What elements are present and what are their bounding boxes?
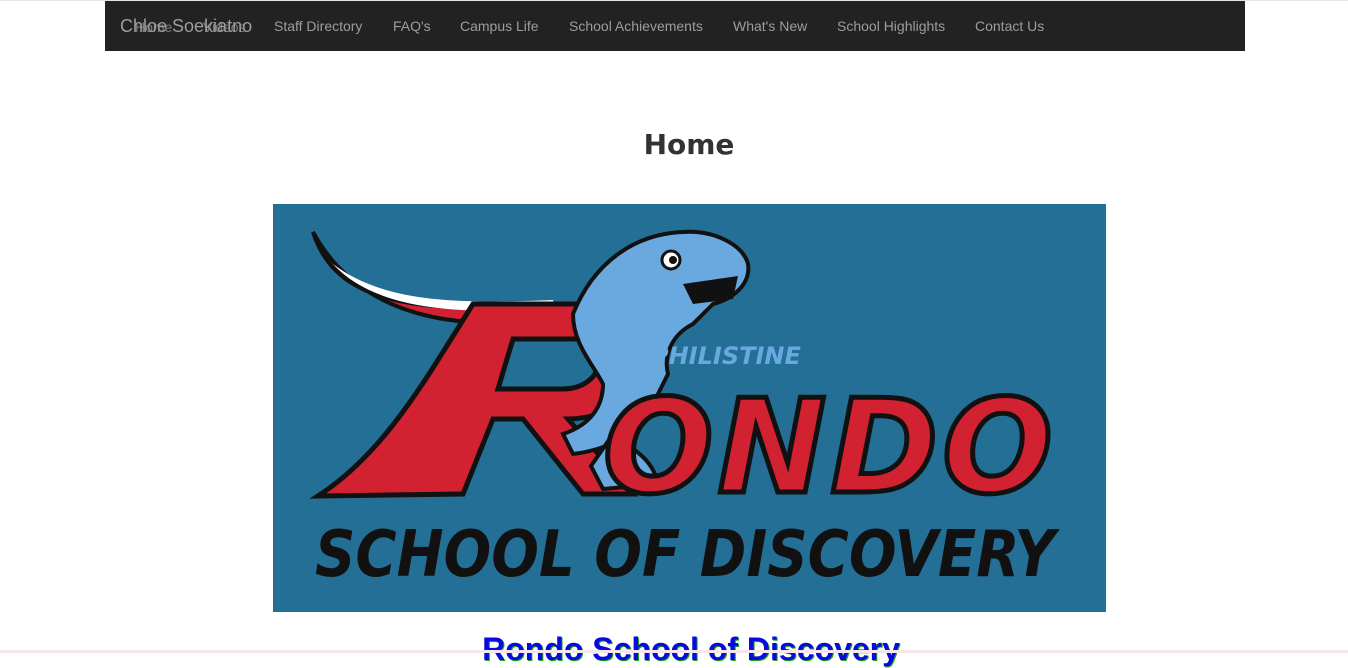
nav-item-school-highlights[interactable]: School Highlights bbox=[837, 17, 945, 35]
nav-item-campus-life[interactable]: Campus Life bbox=[460, 17, 539, 35]
nav-item-whats-new[interactable]: What's New bbox=[733, 17, 807, 35]
nav-item-faqs[interactable]: FAQ's bbox=[393, 17, 431, 35]
logo-text-philistine: PHILISTINE bbox=[651, 342, 802, 370]
nav-item-staff-directory[interactable]: Staff Directory bbox=[274, 17, 362, 35]
nav-item-school-achievements[interactable]: School Achievements bbox=[569, 17, 703, 35]
logo-text-school-of-discovery: SCHOOL OF DISCOVERY bbox=[315, 518, 1060, 592]
nav-item-contact-us[interactable]: Contact Us bbox=[975, 17, 1044, 35]
navbar: Chloe Soekiatno Home Videos Staff Direct… bbox=[105, 1, 1245, 51]
nav-item-videos[interactable]: Videos bbox=[203, 18, 246, 36]
page-title: Home bbox=[643, 127, 735, 161]
logo-text-ondo: ONDO bbox=[603, 371, 1057, 523]
nav-item-home[interactable]: Home bbox=[135, 18, 172, 36]
school-name-heading: Rondo School of Discovery bbox=[482, 631, 900, 667]
school-logo-image: PHILISTINE ONDO SCHOOL OF DISCOVERY bbox=[273, 204, 1106, 612]
